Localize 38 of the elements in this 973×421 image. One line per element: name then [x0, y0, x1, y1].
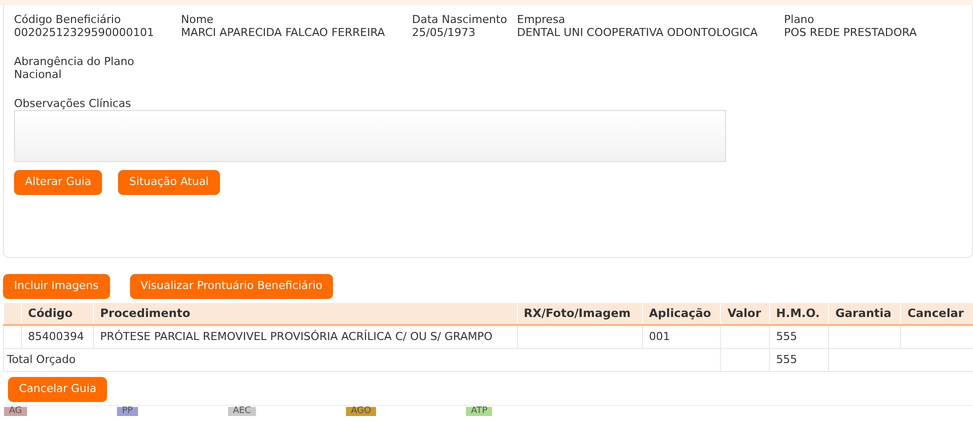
- field-value: MARCI APARECIDA FALCAO FERREIRA: [181, 26, 386, 39]
- column-header: Valor: [720, 303, 770, 325]
- field-value: DENTAL UNI COOPERATIVA ODONTOLOGICA: [517, 26, 759, 39]
- field-label: Observações Clínicas: [14, 97, 132, 110]
- field-label: Abrangência do Plano: [14, 55, 136, 68]
- field-label: Nome: [181, 13, 214, 26]
- action-button[interactable]: Incluir Imagens: [3, 274, 110, 299]
- legend-tag: ATP: [466, 406, 492, 416]
- total-value: 555: [770, 348, 829, 371]
- field-value: Nacional: [14, 68, 63, 81]
- action-button[interactable]: Alterar Guia: [14, 170, 102, 195]
- column-header: Cancelar: [900, 303, 973, 325]
- column-header: RX/Foto/Imagem: [517, 303, 642, 325]
- column-header: Aplicação: [642, 303, 721, 325]
- legend-tag: AG: [4, 406, 27, 416]
- cancel-button[interactable]: Cancelar Guia: [8, 376, 108, 402]
- field-value: 25/05/1973: [412, 26, 476, 39]
- action-button[interactable]: Situação Atual: [118, 170, 220, 195]
- column-header: Garantia: [828, 303, 901, 325]
- field-value: POS REDE PRESTADORA: [784, 26, 918, 39]
- field-label: Data Nascimento: [412, 13, 508, 26]
- field-label: Empresa: [517, 13, 566, 26]
- field-label: Plano: [784, 13, 816, 26]
- legend-tag: AGO: [346, 406, 376, 416]
- total-label: Total Orçado: [4, 348, 721, 371]
- column-header: H.M.O.: [770, 303, 829, 325]
- field-value: 00202512329590000101: [14, 26, 155, 39]
- legend-tag: PP: [116, 406, 138, 416]
- column-header: Procedimento: [94, 303, 518, 325]
- field-label: Código Beneficiário: [14, 13, 122, 26]
- legend-tag: AEC: [228, 406, 256, 416]
- action-button[interactable]: Visualizar Prontuário Beneficiário: [130, 274, 334, 299]
- table-cell: 555: [770, 325, 829, 348]
- column-header: Código: [22, 303, 94, 325]
- notes-textarea[interactable]: [14, 110, 726, 162]
- table-cell: 001: [642, 325, 721, 348]
- table-cell: 85400394: [22, 325, 94, 348]
- table-cell: PRÓTESE PARCIAL REMOVIVEL PROVISÓRIA ACRÍLICA C/ OU S/ GRAMPO: [94, 325, 518, 348]
